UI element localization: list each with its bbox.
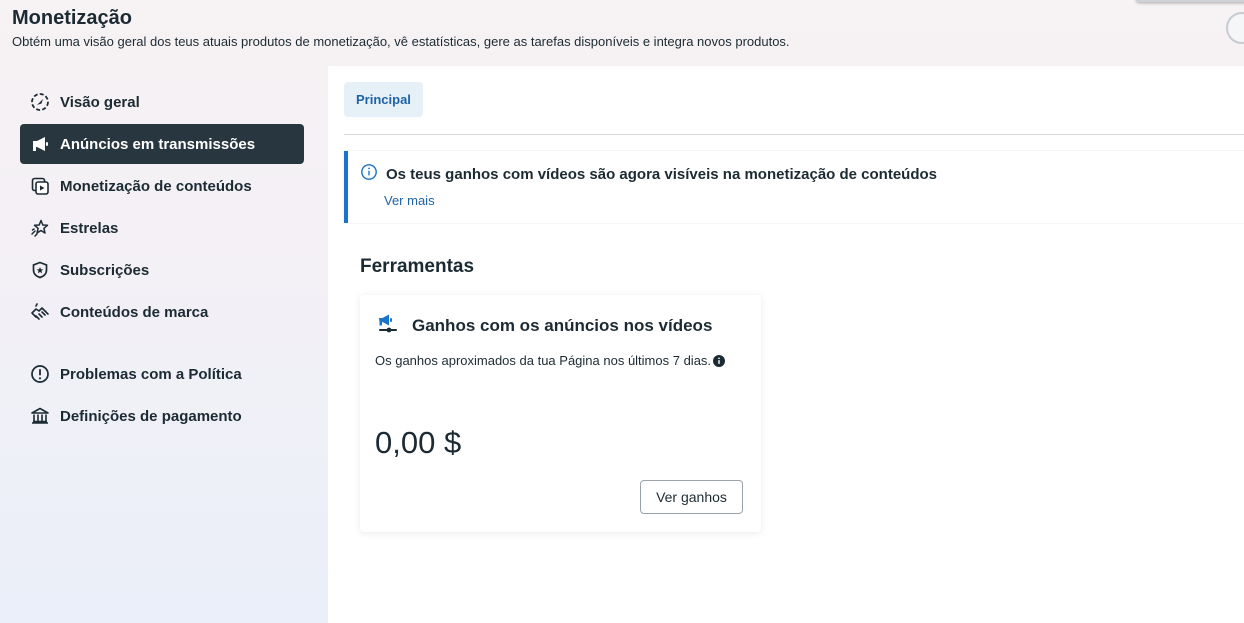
sidebar-item-label: Conteúdos de marca: [60, 303, 209, 321]
sidebar-item-policy-issues[interactable]: Problemas com a Política: [20, 354, 304, 394]
sidebar-item-overview[interactable]: Visão geral: [20, 82, 304, 122]
sidebar-item-live-ads[interactable]: Anúncios em transmissões: [20, 124, 304, 164]
tab-divider: [344, 134, 1244, 135]
notice-row: Os teus ganhos com vídeos são agora visí…: [360, 163, 937, 186]
card-title: Ganhos com os anúncios nos vídeos: [412, 315, 713, 335]
see-more-link[interactable]: Ver mais: [384, 193, 435, 208]
sidebar-item-payment-settings[interactable]: Definições de pagamento: [20, 396, 304, 436]
notice-title: Os teus ganhos com vídeos são agora visí…: [386, 166, 938, 183]
content-play-icon: [30, 176, 50, 196]
sidebar-nav: Visão geral Anúncios em transmissões Mon…: [20, 82, 304, 438]
sidebar-item-label: Subscrições: [60, 261, 150, 279]
sidebar-item-content-monetization[interactable]: Monetização de conteúdos: [20, 166, 304, 206]
page-title: Monetização: [12, 7, 133, 29]
info-icon: [360, 163, 378, 186]
sidebar-item-subscriptions[interactable]: Subscrições: [20, 250, 304, 290]
top-right-avatar-button[interactable]: [1226, 12, 1244, 44]
stars-icon: [30, 218, 50, 238]
card-description: Os ganhos aproximados da tua Página nos …: [375, 353, 726, 368]
video-ads-earnings-card: Ganhos com os anúncios nos vídeos Os gan…: [360, 295, 761, 532]
sidebar-item-label: Definições de pagamento: [60, 407, 242, 425]
megaphone-icon: [30, 134, 50, 154]
page-header: Monetização Obtém uma visão geral dos te…: [12, 6, 790, 50]
card-header: Ganhos com os anúncios nos vídeos: [376, 311, 712, 340]
sidebar-item-label: Anúncios em transmissões: [60, 135, 256, 153]
handshake-icon: [30, 302, 50, 322]
overview-icon: [30, 92, 50, 112]
view-earnings-button[interactable]: Ver ganhos: [640, 480, 743, 514]
sidebar-item-label: Estrelas: [60, 219, 119, 237]
shield-icon: [30, 260, 50, 280]
earnings-amount: 0,00 $: [375, 425, 462, 460]
sidebar-item-label: Visão geral: [60, 93, 140, 111]
tools-section-title: Ferramentas: [360, 256, 475, 277]
alert-circle-icon: [30, 364, 50, 384]
bank-icon: [30, 406, 50, 426]
main-panel: Principal Os teus ganhos com vídeos são …: [328, 66, 1244, 623]
sidebar-item-stars[interactable]: Estrelas: [20, 208, 304, 248]
page-subtitle: Obtém uma visão geral dos teus atuais pr…: [12, 34, 790, 49]
tab-principal[interactable]: Principal: [344, 82, 423, 117]
info-notice: Os teus ganhos com vídeos são agora visí…: [344, 151, 1244, 223]
video-ads-icon: [376, 311, 400, 340]
card-description-text: Os ganhos aproximados da tua Página nos …: [375, 353, 712, 368]
sidebar-item-label: Monetização de conteúdos: [60, 177, 252, 195]
sidebar-item-branded-content[interactable]: Conteúdos de marca: [20, 292, 304, 332]
top-right-toolbar-edge: [1136, 0, 1244, 2]
sidebar-item-label: Problemas com a Política: [60, 365, 242, 383]
info-tooltip-icon[interactable]: [713, 354, 726, 367]
